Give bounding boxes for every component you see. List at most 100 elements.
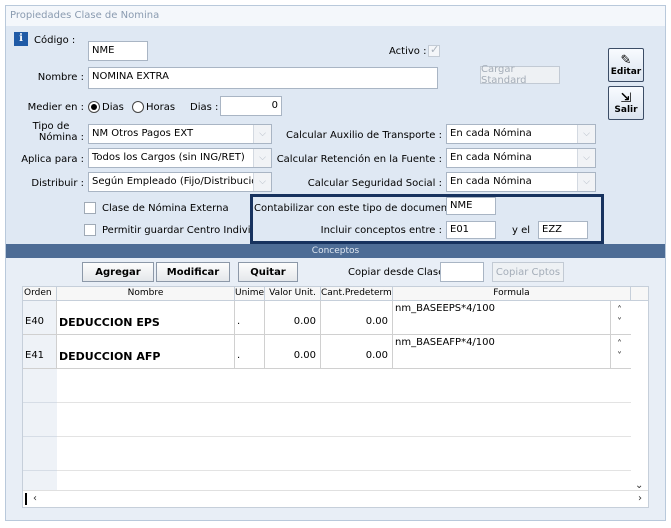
chevron-right-icon[interactable]: › (638, 493, 642, 504)
col-formula[interactable]: Formula (393, 287, 631, 301)
chevron-down-icon[interactable]: ˅ (617, 317, 622, 328)
row-nombre[interactable]: DEDUCCION AFP (57, 335, 235, 369)
row-formula[interactable]: nm_BASEAFP*4/100 (393, 335, 611, 369)
table-row[interactable] (23, 369, 631, 403)
aplica-combo[interactable]: Todos los Cargos (sin ING/RET) ⌵ (88, 148, 272, 168)
quitar-button[interactable]: Quitar (238, 262, 298, 282)
table-row[interactable] (23, 403, 631, 437)
cargar-standard-button[interactable]: Cargar Standard (480, 64, 560, 86)
seguridad-combo[interactable]: En cada Nómina ⌵ (446, 172, 596, 192)
chevron-left-icon[interactable]: ‹ (33, 493, 37, 504)
contabilizar-field[interactable]: NME (446, 197, 496, 215)
conceptos-section-title: Conceptos (6, 244, 665, 258)
row-unimed[interactable]: . (235, 301, 265, 335)
medier-label: Medier en : (27, 102, 84, 113)
yel-label: y el (512, 225, 531, 236)
tipo-nomina-combo[interactable]: NM Otros Pagos EXT ⌵ (88, 124, 272, 144)
properties-window: Propiedades Clase de Nomina i Código : N… (5, 5, 666, 521)
exit-icon: ⇲ (620, 90, 632, 106)
modificar-button[interactable]: Modificar (156, 262, 230, 282)
retencion-label: Calcular Retención en la Fuente : (276, 154, 442, 165)
scroll-thumb[interactable] (25, 493, 27, 505)
externa-label: Clase de Nómina Externa (102, 203, 229, 214)
chevron-up-icon[interactable]: ˄ (617, 305, 622, 316)
distribuir-combo[interactable]: Según Empleado (Fijo/Distribución) ⌵ (88, 172, 272, 192)
row-cant[interactable]: 0.00 (321, 301, 393, 335)
table-row[interactable]: E41 DEDUCCION AFP. 0.00 0.00 nm_BASEAFP*4/10… (23, 335, 631, 369)
chevron-down-icon[interactable]: ⌵ (253, 125, 271, 143)
table-row[interactable] (23, 471, 631, 491)
incluir-to-field[interactable]: EZZ (538, 221, 588, 239)
retencion-combo[interactable]: En cada Nómina ⌵ (446, 148, 596, 168)
formula-spinner[interactable]: ˄ ˅ (611, 335, 631, 369)
col-nombre[interactable]: Nombre (57, 287, 235, 301)
seguridad-value: En cada Nómina (450, 176, 532, 187)
activo-label: Activo : (389, 46, 427, 57)
chevron-down-icon[interactable]: ˅ (617, 351, 622, 362)
distribuir-label: Distribuir : (31, 178, 84, 189)
table-row[interactable] (23, 437, 631, 471)
form-area: i Código : NME Activo : ✓ Nombre : NOMIN… (6, 26, 665, 244)
aplica-label: Aplica para : (21, 154, 84, 165)
activo-checkbox[interactable]: ✓ (428, 43, 440, 57)
row-unimed[interactable]: . (235, 335, 265, 369)
formula-spinner[interactable]: ˄ ˅ (611, 301, 631, 335)
incluir-from-field[interactable]: E01 (446, 221, 496, 239)
chevron-down-icon[interactable]: ⌵ (253, 173, 271, 191)
dias-label: Dias : (190, 102, 219, 113)
chevron-up-icon[interactable]: ˄ (617, 339, 622, 350)
conceptos-grid: Orden Nombre Unimec Valor Unit. Cant.Pre… (22, 286, 649, 508)
row-valor[interactable]: 0.00 (265, 335, 321, 369)
table-row[interactable]: E40 DEDUCCION EPS. 0.00 0.00 nm_BASEEPS*4/10… (23, 301, 631, 335)
distribuir-value: Según Empleado (Fijo/Distribución) (92, 176, 268, 187)
tipo-nomina-value: NM Otros Pagos EXT (92, 128, 194, 139)
editar-label: Editar (610, 66, 642, 77)
radio-horas[interactable] (132, 101, 144, 113)
chevron-down-icon[interactable]: ⌵ (577, 125, 595, 143)
vertical-scrollbar[interactable]: ⌄ (631, 301, 648, 491)
copiar-cptos-button[interactable]: Copiar Cptos (492, 262, 564, 282)
centro-label: Permitir guardar Centro Individual (102, 225, 250, 236)
chevron-down-icon[interactable]: ⌵ (577, 173, 595, 191)
col-cant[interactable]: Cant.Predetermi (321, 287, 393, 301)
salir-label: Salir (614, 104, 638, 115)
tipo-nomina-label-1: Tipo de (32, 121, 70, 132)
copiar-label: Copiar desde Clase : (348, 267, 451, 278)
radio-dias[interactable] (88, 101, 100, 113)
nombre-field[interactable]: NOMINA EXTRA (88, 67, 438, 89)
col-valor[interactable]: Valor Unit. (265, 287, 321, 301)
row-nombre[interactable]: DEDUCCION EPS (57, 301, 235, 335)
aplica-value: Todos los Cargos (sin ING/RET) (92, 152, 245, 163)
window-title: Propiedades Clase de Nomina (6, 6, 665, 26)
editar-button[interactable]: ✎ Editar (608, 48, 644, 82)
auxilio-label: Calcular Auxilio de Transporte : (286, 130, 442, 141)
nombre-label: Nombre : (37, 72, 84, 83)
retencion-value: En cada Nómina (450, 152, 532, 163)
tipo-nomina-label-2: Nómina : (38, 132, 84, 143)
seguridad-label: Calcular Seguridad Social : (307, 178, 442, 189)
row-cant[interactable]: 0.00 (321, 335, 393, 369)
agregar-button[interactable]: Agregar (82, 262, 154, 282)
dias-field[interactable]: 0 (220, 96, 282, 116)
auxilio-combo[interactable]: En cada Nómina ⌵ (446, 124, 596, 144)
centro-checkbox[interactable] (84, 224, 96, 236)
externa-checkbox[interactable] (84, 202, 96, 214)
conceptos-toolbar: Agregar Modificar Quitar Copiar desde Cl… (6, 258, 665, 286)
col-unimed[interactable]: Unimec (235, 287, 265, 301)
row-valor[interactable]: 0.00 (265, 301, 321, 335)
col-orden[interactable]: Orden (23, 287, 57, 301)
copiar-field[interactable] (440, 262, 484, 282)
info-icon: i (14, 32, 28, 46)
auxilio-value: En cada Nómina (450, 128, 532, 139)
grid-header: Orden Nombre Unimec Valor Unit. Cant.Pre… (23, 287, 648, 301)
chevron-down-icon[interactable]: ⌵ (577, 149, 595, 167)
row-orden[interactable]: E40 (23, 301, 57, 335)
codigo-label: Código : (34, 35, 76, 46)
incluir-label: Incluir conceptos entre : (320, 225, 442, 236)
salir-button[interactable]: ⇲ Salir (608, 86, 644, 120)
row-formula[interactable]: nm_BASEEPS*4/100 (393, 301, 611, 335)
codigo-field[interactable]: NME (88, 41, 148, 61)
row-orden[interactable]: E41 (23, 335, 57, 369)
horizontal-scrollbar[interactable]: ‹ › (23, 490, 648, 507)
radio-horas-label: Horas (146, 102, 176, 113)
